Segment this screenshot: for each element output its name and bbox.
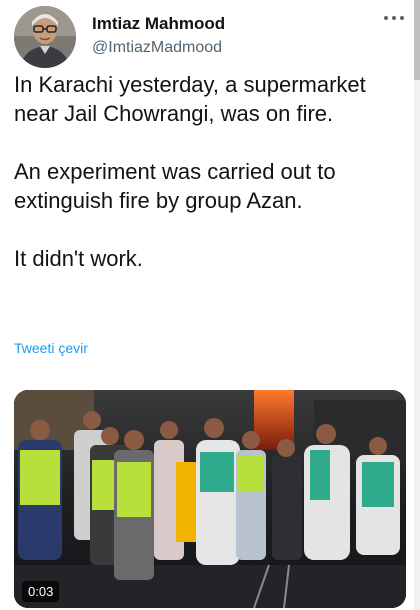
video-timestamp: 0:03 <box>22 581 60 602</box>
avatar[interactable] <box>14 6 76 68</box>
scrollbar-thumb[interactable] <box>414 0 420 80</box>
author-display-name[interactable]: Imtiaz Mahmood <box>92 14 225 34</box>
video-frame <box>14 390 406 608</box>
author-info[interactable]: Imtiaz Mahmood @ImtiazMadmood <box>92 14 225 58</box>
more-options-icon[interactable] <box>384 16 406 22</box>
tweet-paragraph: In Karachi yesterday, a supermarket near… <box>14 72 366 126</box>
tweet-header: Imtiaz Mahmood @ImtiazMadmood <box>14 6 406 68</box>
tweet-paragraph: It didn't work. <box>14 246 143 271</box>
author-handle[interactable]: @ImtiazMadmood <box>92 38 225 58</box>
avatar-photo <box>14 6 76 68</box>
scrollbar[interactable] <box>414 0 420 610</box>
tweet-paragraph: An experiment was carried out to extingu… <box>14 159 336 213</box>
translate-tweet-link[interactable]: Tweeti çevir <box>14 340 88 356</box>
tweet-body: In Karachi yesterday, a supermarket near… <box>14 70 406 302</box>
tweet-video[interactable]: 0:03 <box>14 390 406 608</box>
